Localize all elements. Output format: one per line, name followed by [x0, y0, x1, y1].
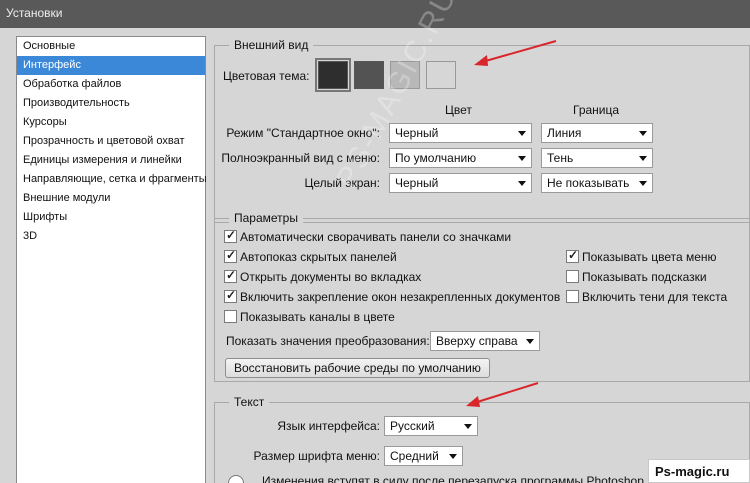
checkbox-box[interactable] [224, 268, 237, 283]
chevron-down-icon [639, 131, 647, 136]
fullscreen-menu-border-value: Тень [547, 151, 574, 165]
annotation-arrow-top [474, 40, 557, 66]
ui-language-value: Русский [390, 419, 435, 433]
fullscreen-menu-color-value: По умолчанию [395, 151, 477, 165]
parameters-title: Параметры [229, 211, 303, 225]
chevron-down-icon [639, 156, 647, 161]
standard-mode-color-select[interactable]: Черный [389, 123, 532, 143]
chevron-down-icon [518, 156, 526, 161]
checkbox-box[interactable] [224, 310, 237, 323]
fullscreen-border-value: Не показывать [547, 176, 630, 190]
sidebar-item-interface[interactable]: Интерфейс [17, 56, 205, 75]
theme-swatch-darkest[interactable] [315, 58, 351, 92]
checkbox-label: Показывать цвета меню [582, 250, 717, 264]
site-badge: Ps-magic.ru [648, 459, 750, 483]
auto-collapse-checkbox[interactable]: Автоматически сворачивать панели со знач… [224, 228, 512, 244]
ui-language-label: Язык интерфейса: [277, 419, 380, 433]
transform-values-value: Вверху справа [436, 334, 518, 348]
checkbox-box[interactable] [566, 290, 579, 303]
checkbox-label: Показывать подсказки [582, 270, 707, 284]
menu-colors-checkbox[interactable]: Показывать цвета меню [566, 248, 717, 264]
sidebar-nav: Основные Интерфейс Обработка файлов Прои… [16, 36, 207, 483]
column-color-label: Цвет [445, 103, 472, 117]
menu-font-size-label: Размер шрифта меню: [253, 449, 380, 463]
text-shadows-checkbox[interactable]: Включить тени для текста [566, 290, 727, 304]
preferences-window: Основные Интерфейс Обработка файлов Прои… [0, 0, 750, 483]
fullscreen-color-select[interactable]: Черный [389, 173, 532, 193]
checkbox-label: Показывать каналы в цвете [240, 310, 395, 324]
fullscreen-color-value: Черный [395, 176, 439, 190]
checkbox-label: Включить закрепление окон незакрепленных… [240, 290, 561, 304]
ui-language-select[interactable]: Русский [384, 416, 478, 436]
text-title: Текст [229, 395, 270, 409]
sidebar-item-plugins[interactable]: Внешние модули [17, 189, 205, 208]
column-border-label: Граница [573, 103, 620, 117]
standard-mode-border-value: Линия [547, 126, 582, 140]
chevron-down-icon [639, 181, 647, 186]
sidebar-item-performance[interactable]: Производительность [17, 94, 205, 113]
checkbox-label: Автопоказ скрытых панелей [240, 250, 397, 264]
fullscreen-menu-border-select[interactable]: Тень [541, 148, 653, 168]
menu-font-size-value: Средний [390, 449, 439, 463]
checkbox-box[interactable] [224, 248, 237, 263]
menu-font-size-select[interactable]: Средний [384, 446, 463, 466]
sidebar-item-guides[interactable]: Направляющие, сетка и фрагменты [17, 170, 207, 189]
checkbox-box[interactable] [566, 248, 579, 263]
appearance-title: Внешний вид [229, 38, 314, 52]
annotation-arrow-bottom [466, 382, 539, 407]
window-titlebar: Установки [0, 0, 750, 28]
checkbox-box[interactable] [224, 228, 237, 243]
checkbox-box[interactable] [224, 288, 237, 303]
sidebar-item-3d[interactable]: 3D [17, 227, 205, 246]
sidebar-item-cursors[interactable]: Курсоры [17, 113, 205, 132]
restart-note: Изменения вступят в силу после перезапус… [262, 474, 644, 483]
chevron-down-icon [449, 454, 457, 459]
transform-values-select[interactable]: Вверху справа [430, 331, 540, 351]
fullscreen-border-select[interactable]: Не показывать [541, 173, 653, 193]
sidebar-item-general[interactable]: Основные [17, 37, 205, 56]
chevron-down-icon [518, 181, 526, 186]
standard-mode-color-value: Черный [395, 126, 439, 140]
color-channels-checkbox[interactable]: Показывать каналы в цвете [224, 310, 395, 324]
theme-swatch-lightest[interactable] [426, 61, 456, 89]
checkbox-label: Включить тени для текста [582, 290, 728, 304]
tooltips-checkbox[interactable]: Показывать подсказки [566, 270, 707, 284]
sidebar-item-transparency[interactable]: Прозрачность и цветовой охват [17, 132, 205, 151]
chevron-down-icon [526, 339, 534, 344]
checkbox-label: Открыть документы во вкладках [240, 270, 422, 284]
sidebar-item-units[interactable]: Единицы измерения и линейки [17, 151, 205, 170]
open-in-tabs-checkbox[interactable]: Открыть документы во вкладках [224, 268, 422, 284]
sidebar-item-type[interactable]: Шрифты [17, 208, 205, 227]
chevron-down-icon [518, 131, 526, 136]
fullscreen-menu-color-select[interactable]: По умолчанию [389, 148, 532, 168]
standard-mode-border-select[interactable]: Линия [541, 123, 653, 143]
color-theme-label: Цветовая тема: [223, 69, 310, 83]
chevron-down-icon [464, 424, 472, 429]
sidebar-item-file-handling[interactable]: Обработка файлов [17, 75, 205, 94]
checkbox-box[interactable] [566, 270, 579, 283]
checkbox-label: Автоматически сворачивать панели со знач… [240, 230, 512, 244]
window-title: Установки [6, 6, 63, 20]
transform-values-label: Показать значения преобразования: [226, 334, 430, 348]
restore-workspaces-button[interactable]: Восстановить рабочие среды по умолчанию [225, 358, 490, 378]
auto-show-panels-checkbox[interactable]: Автопоказ скрытых панелей [224, 248, 397, 264]
docking-checkbox[interactable]: Включить закрепление окон незакрепленных… [224, 288, 561, 304]
